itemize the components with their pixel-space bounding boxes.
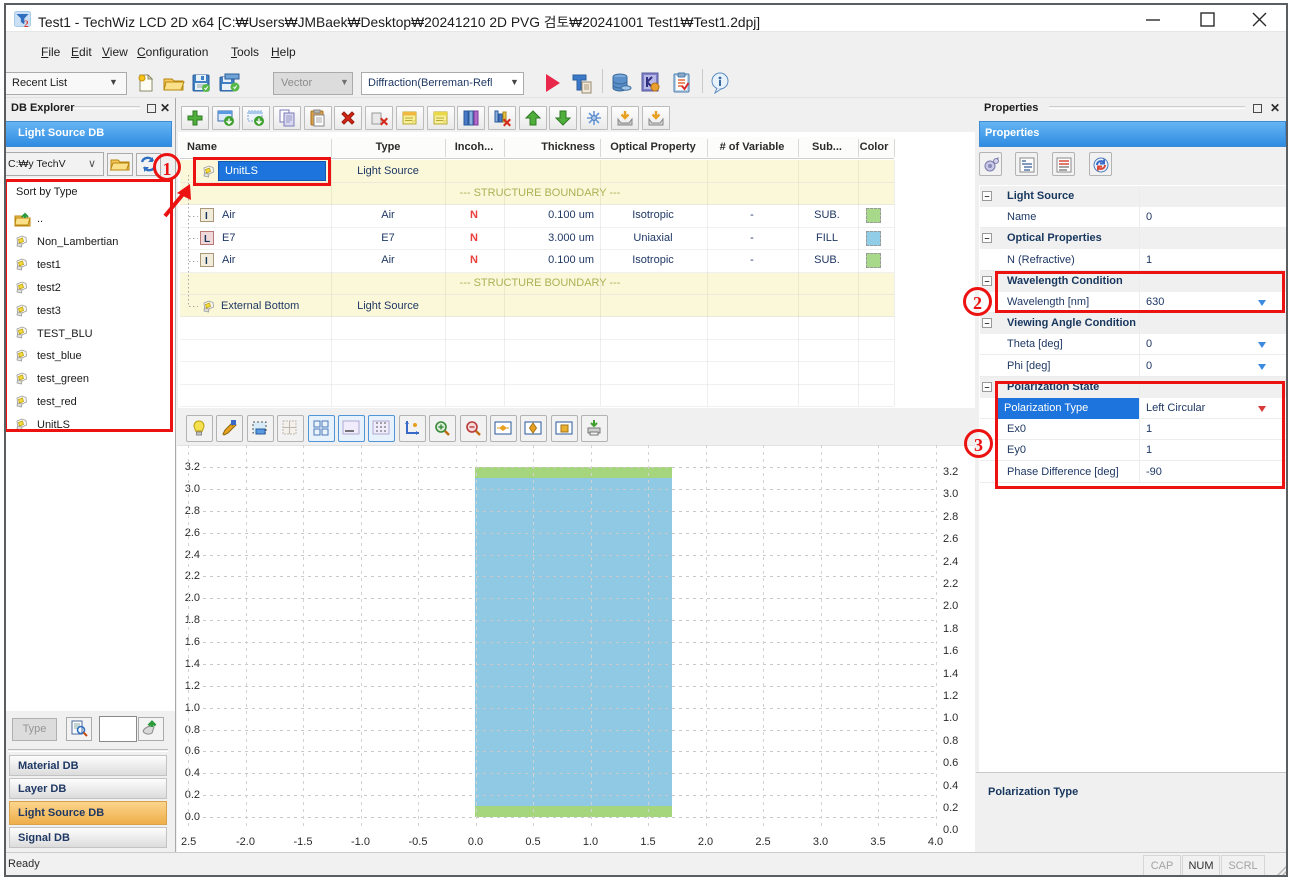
svg-text:L: L: [204, 234, 210, 245]
svg-text:2: 2: [24, 19, 29, 28]
svg-text:I: I: [205, 211, 208, 222]
svg-text:I: I: [205, 256, 208, 267]
